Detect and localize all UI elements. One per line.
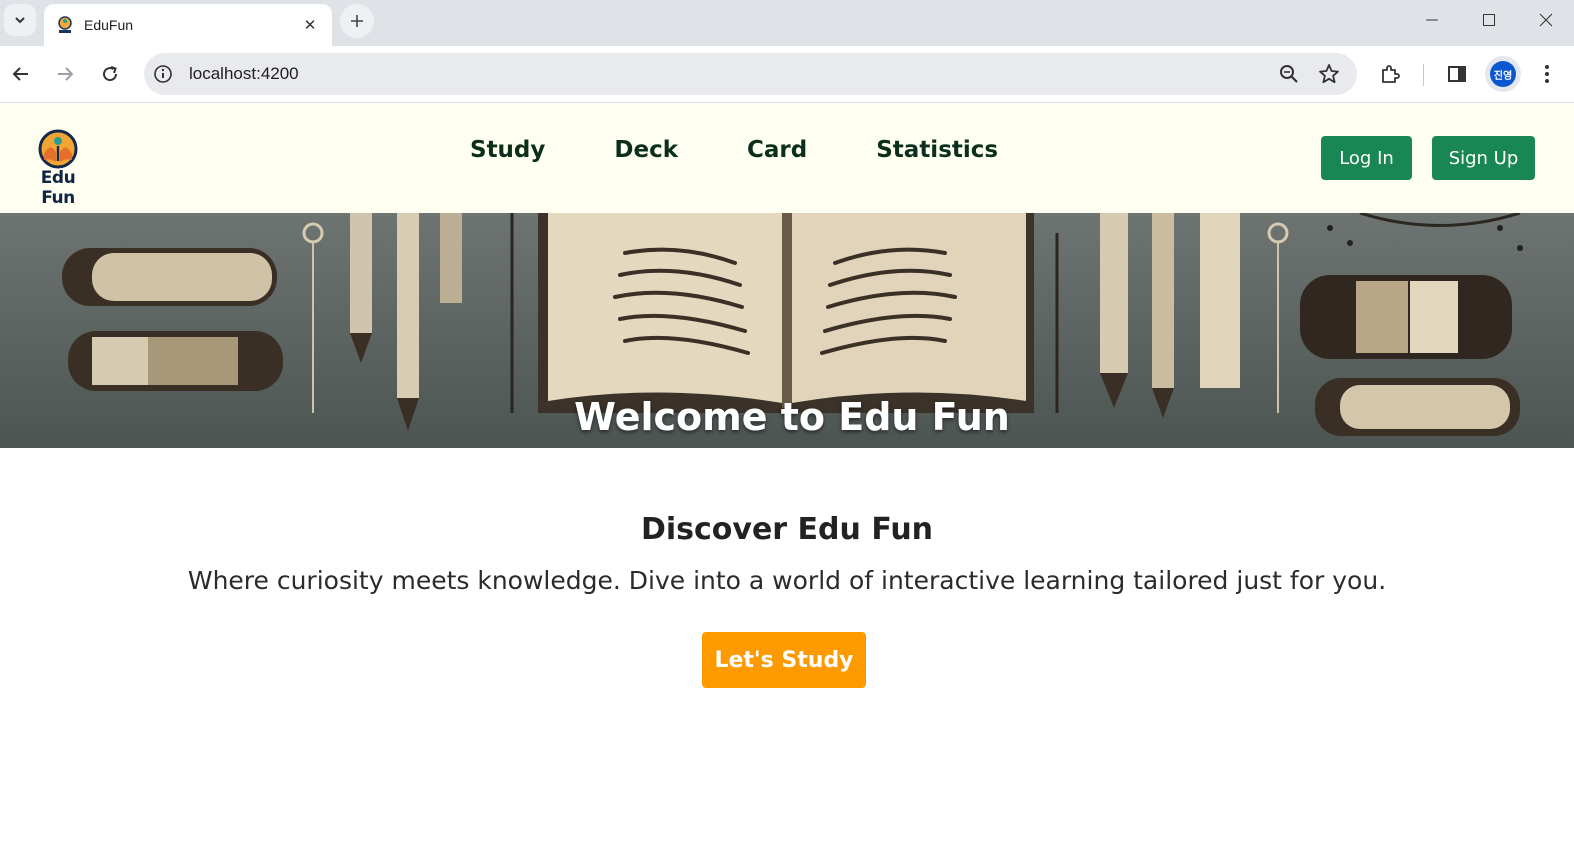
profile-avatar[interactable]: 진영 — [1485, 56, 1521, 92]
logo-text: Edu Fun — [40, 168, 76, 208]
discover-heading: Discover Edu Fun — [640, 512, 934, 547]
arrow-right-icon — [58, 67, 74, 81]
login-button[interactable]: Log In — [1321, 136, 1412, 180]
profile-initials: 진영 — [1490, 61, 1516, 87]
maximize-icon — [1482, 14, 1495, 26]
minimize-button[interactable] — [1403, 0, 1460, 40]
address-bar[interactable]: localhost:4200 — [144, 53, 1357, 95]
main-navigation: Study Deck Card Statistics — [470, 137, 998, 163]
minimize-icon — [1425, 19, 1438, 21]
zoom-icon[interactable] — [1269, 54, 1309, 94]
url-text: localhost:4200 — [189, 64, 299, 83]
reload-button[interactable] — [94, 58, 126, 90]
nav-deck[interactable]: Deck — [614, 137, 678, 163]
back-button[interactable] — [5, 58, 37, 90]
new-tab-button[interactable] — [340, 4, 374, 38]
browser-tab[interactable]: EduFun ✕ — [44, 4, 332, 46]
edufun-favicon-icon — [58, 16, 72, 33]
maximize-button[interactable] — [1460, 0, 1517, 40]
browser-toolbar: localhost:4200 진영 — [0, 46, 1574, 103]
lets-study-button[interactable]: Let's Study — [702, 632, 866, 688]
window-controls — [1403, 0, 1574, 40]
tab-search-button[interactable] — [4, 4, 36, 36]
reload-icon — [103, 66, 118, 82]
close-icon — [1539, 13, 1552, 27]
nav-statistics[interactable]: Statistics — [876, 137, 998, 163]
browser-tab-strip: EduFun ✕ — [0, 0, 1574, 46]
toolbar-divider — [1423, 64, 1424, 86]
plus-icon — [351, 15, 363, 27]
more-menu-icon[interactable] — [1531, 58, 1563, 90]
arrow-left-icon — [12, 67, 28, 81]
bookmark-star-icon[interactable] — [1309, 54, 1349, 94]
close-window-button[interactable] — [1517, 0, 1574, 40]
discover-description: Where curiosity meets knowledge. Dive in… — [187, 566, 1387, 595]
hero-title: Welcome to Edu Fun — [574, 395, 1010, 439]
site-info-icon[interactable] — [151, 62, 175, 86]
logo-emblem-icon — [38, 129, 78, 169]
forward-button[interactable] — [49, 58, 81, 90]
edufun-logo[interactable]: Edu Fun — [22, 128, 94, 208]
chevron-down-icon — [15, 17, 25, 24]
extensions-icon[interactable] — [1374, 58, 1406, 90]
close-tab-icon[interactable]: ✕ — [300, 16, 320, 34]
site-header: Edu Fun Study Deck Card Statistics Log I… — [0, 104, 1574, 213]
hero-banner: Welcome to Edu Fun — [0, 213, 1574, 448]
tab-title: EduFun — [84, 17, 134, 33]
nav-card[interactable]: Card — [747, 137, 807, 163]
side-panel-icon[interactable] — [1441, 58, 1473, 90]
signup-button[interactable]: Sign Up — [1432, 136, 1535, 180]
nav-study[interactable]: Study — [470, 137, 545, 163]
